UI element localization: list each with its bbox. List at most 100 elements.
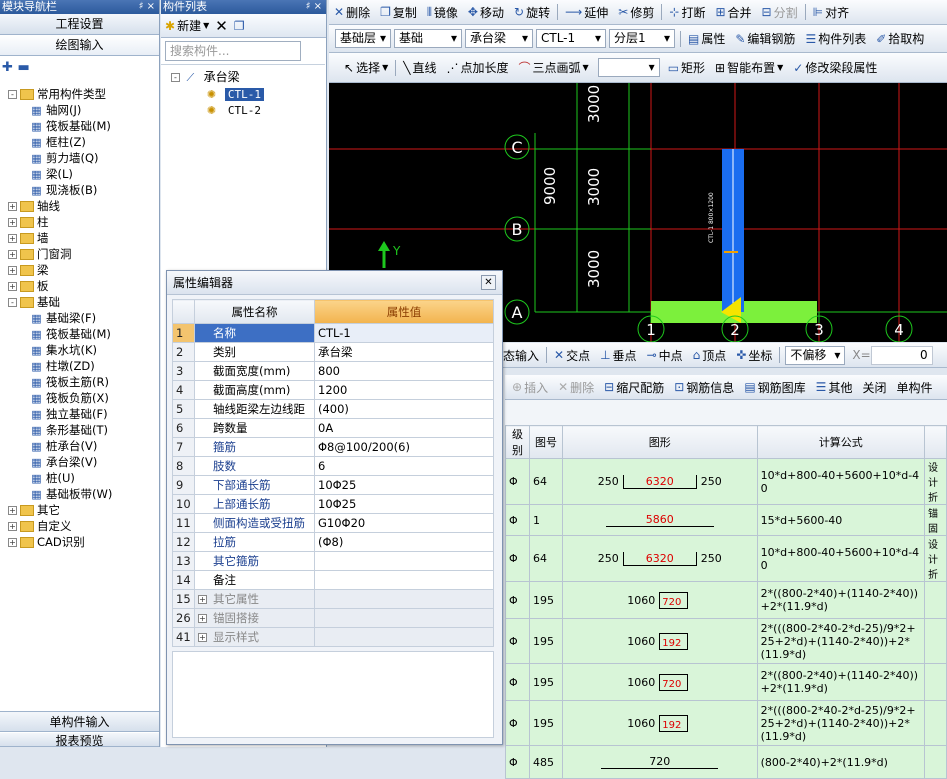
tree-item[interactable]: ▦ 柱墩(ZD)	[0, 358, 158, 374]
property-value[interactable]: 800	[314, 361, 494, 381]
tree-item[interactable]: ▦ 桩承台(V)	[0, 438, 158, 454]
draw-input-button[interactable]: 绘图输入	[0, 35, 159, 56]
coordinate-snap[interactable]: ✜ 坐标	[731, 347, 777, 364]
property-row[interactable]: 1 名称 CTL-1	[172, 323, 494, 343]
property-row[interactable]: 14 备注	[172, 570, 494, 590]
property-row[interactable]: 12 拉筋 (Φ8)	[172, 532, 494, 552]
new-button[interactable]: ✱ 新建 ▼	[165, 17, 209, 34]
other-button[interactable]: ☰ 其他	[811, 379, 858, 396]
expand-icon[interactable]: +	[8, 506, 17, 515]
property-row[interactable]: 11 侧面构造或受扭筋 G10Φ20	[172, 513, 494, 533]
midpoint-snap[interactable]: ⊸ 中点	[642, 347, 688, 364]
tree-item[interactable]: ▦ 基础梁(F)	[0, 310, 158, 326]
rotate-button[interactable]: ↻ 旋转	[509, 4, 555, 21]
rebar-row[interactable]: Φ 485 720 (800-2*40)+2*(11.9*d)	[505, 745, 947, 779]
pick-button[interactable]: ✐ 拾取构	[871, 30, 929, 47]
tree-folder[interactable]: + 柱	[0, 214, 158, 230]
property-value[interactable]	[314, 589, 494, 609]
modify-beam-segment-button[interactable]: ✓ 修改梁段属性	[788, 59, 882, 76]
perpendicular-snap[interactable]: ⊥ 垂点	[595, 347, 641, 364]
scale-rebar-button[interactable]: ⊟ 缩尺配筋	[599, 379, 669, 396]
tree-item[interactable]: ▦ 桩(U)	[0, 470, 158, 486]
expand-icon[interactable]: +	[8, 202, 17, 211]
rectangle-button[interactable]: ▭ 矩形	[663, 59, 710, 76]
expand-icon[interactable]: +	[8, 266, 17, 275]
component-item-ctl-2[interactable]: ✺ CTL-2	[161, 102, 325, 118]
pin-icon[interactable]: ♯ ×	[306, 0, 322, 14]
tree-folder[interactable]: + 轴线	[0, 198, 158, 214]
rebar-row[interactable]: Φ 64 250 6320 250 10*d+800-40+5600+10*d-40 设计折	[505, 535, 947, 582]
move-button[interactable]: ✥ 移动	[463, 4, 509, 21]
offset-select[interactable]: 不偏移 ▾	[785, 345, 846, 365]
tree-item[interactable]: ▦ 现浇板(B)	[0, 182, 158, 198]
delete-button[interactable]: ✕ 删除	[553, 379, 599, 396]
close-icon[interactable]: ✕	[481, 275, 496, 290]
collapse-icon[interactable]: -	[171, 73, 180, 82]
tree-folder[interactable]: - 基础	[0, 294, 158, 310]
trim-button[interactable]: ✂ 修剪	[613, 4, 659, 21]
collapse-icon[interactable]: -	[8, 90, 17, 99]
tree-item[interactable]: ▦ 条形基础(T)	[0, 422, 158, 438]
expand-icon[interactable]: +	[8, 282, 17, 291]
expand-icon[interactable]: +	[8, 218, 17, 227]
property-value[interactable]: 0A	[314, 418, 494, 438]
close-button[interactable]: ✕关闭	[857, 379, 891, 396]
report-preview-button[interactable]: 报表预览	[0, 733, 159, 747]
pin-icon[interactable]: ♯ ×	[139, 0, 155, 14]
tree-item[interactable]: ▦ 筏板基础(M)	[0, 326, 158, 342]
expand-icon[interactable]: +	[8, 250, 17, 259]
tree-item[interactable]: ▦ 筏板基础(M)	[0, 118, 158, 134]
calculation-formula[interactable]: 15*d+5600-40	[756, 504, 925, 536]
property-row[interactable]: 13 其它箍筋	[172, 551, 494, 571]
tree-item[interactable]: ▦ 基础板带(W)	[0, 486, 158, 502]
select-button[interactable]: ↖ 选择 ▼	[339, 59, 393, 76]
property-row[interactable]: 4 截面高度(mm) 1200	[172, 380, 494, 400]
floor-select[interactable]: 基础层 ▾	[335, 29, 391, 48]
property-value[interactable]: 10Φ25	[314, 475, 494, 495]
property-row[interactable]: 8 肢数 6	[172, 456, 494, 476]
property-value[interactable]: 承台梁	[314, 342, 494, 362]
tree-folder[interactable]: + 墙	[0, 230, 158, 246]
component-list-button[interactable]: ☰ 构件列表	[800, 30, 871, 47]
calculation-formula[interactable]: 10*d+800-40+5600+10*d-40	[756, 458, 925, 505]
property-row[interactable]: 3 截面宽度(mm) 800	[172, 361, 494, 381]
break-button[interactable]: ⊹ 打断	[664, 4, 710, 21]
property-value[interactable]: (400)	[314, 399, 494, 419]
search-component-input[interactable]: 搜索构件...	[165, 41, 301, 61]
expand-icon[interactable]: +	[8, 538, 17, 547]
rebar-library-button[interactable]: ▤ 钢筋图库	[739, 379, 810, 396]
rebar-row[interactable]: Φ 195 1060 720 2*((800-2*40)+(1140-2*40))+2*…	[505, 581, 947, 619]
calculation-formula[interactable]: 10*d+800-40+5600+10*d-40	[756, 535, 925, 582]
tree-item[interactable]: ▦ 筏板主筋(R)	[0, 374, 158, 390]
property-value[interactable]: (Φ8)	[314, 532, 494, 552]
property-value[interactable]: Φ8@100/200(6)	[314, 437, 494, 457]
tree-root-cap-beam[interactable]: - ⟋ 承台梁	[161, 69, 325, 85]
calculation-formula[interactable]: 2*(((800-2*40-2*d-25)/9*2+25+2*d)+(1140-…	[756, 618, 925, 664]
tree-item[interactable]: ▦ 框柱(Z)	[0, 134, 158, 150]
smart-layout-button[interactable]: ⊞ 智能布置 ▼	[710, 59, 788, 76]
input-mode-button[interactable]: 态输入	[503, 347, 544, 364]
expand-all-icon[interactable]: ✚	[2, 60, 13, 75]
rebar-row[interactable]: Φ 64 250 6320 250 10*d+800-40+5600+10*d-40 设计折	[505, 458, 947, 505]
calculation-formula[interactable]: 2*((800-2*40)+(1140-2*40))+2*(11.9*d)	[756, 581, 925, 619]
rebar-info-button[interactable]: ⊡ 钢筋信息	[669, 379, 739, 396]
tree-item[interactable]: ▦ 剪力墙(Q)	[0, 150, 158, 166]
property-row[interactable]: 26 + 锚固搭接	[172, 608, 494, 628]
property-row[interactable]: 2 类别 承台梁	[172, 342, 494, 362]
expand-icon[interactable]: +	[8, 234, 17, 243]
delete-button[interactable]: ✕ 删除	[329, 4, 375, 21]
tree-folder[interactable]: + CAD识别	[0, 534, 158, 550]
delete-x-icon[interactable]: ✕	[215, 17, 228, 35]
x-coordinate-input[interactable]: 0	[870, 345, 933, 365]
property-row[interactable]: 6 跨数量 0A	[172, 418, 494, 438]
layer-select[interactable]: 分层1 ▾	[609, 29, 675, 48]
property-row[interactable]: 9 下部通长筋 10Φ25	[172, 475, 494, 495]
splitter[interactable]	[503, 368, 947, 375]
expand-icon[interactable]: +	[198, 595, 207, 604]
property-value[interactable]	[314, 627, 494, 647]
line-button[interactable]: ╲ 直线	[398, 59, 441, 76]
rebar-row[interactable]: Φ 195 1060 192 2*(((800-2*40-2*d-25)/9*2+25+…	[505, 700, 947, 746]
mirror-button[interactable]: ⫴ 镜像	[422, 4, 463, 21]
tree-item[interactable]: ▦ 梁(L)	[0, 166, 158, 182]
collapse-icon[interactable]: -	[8, 298, 17, 307]
